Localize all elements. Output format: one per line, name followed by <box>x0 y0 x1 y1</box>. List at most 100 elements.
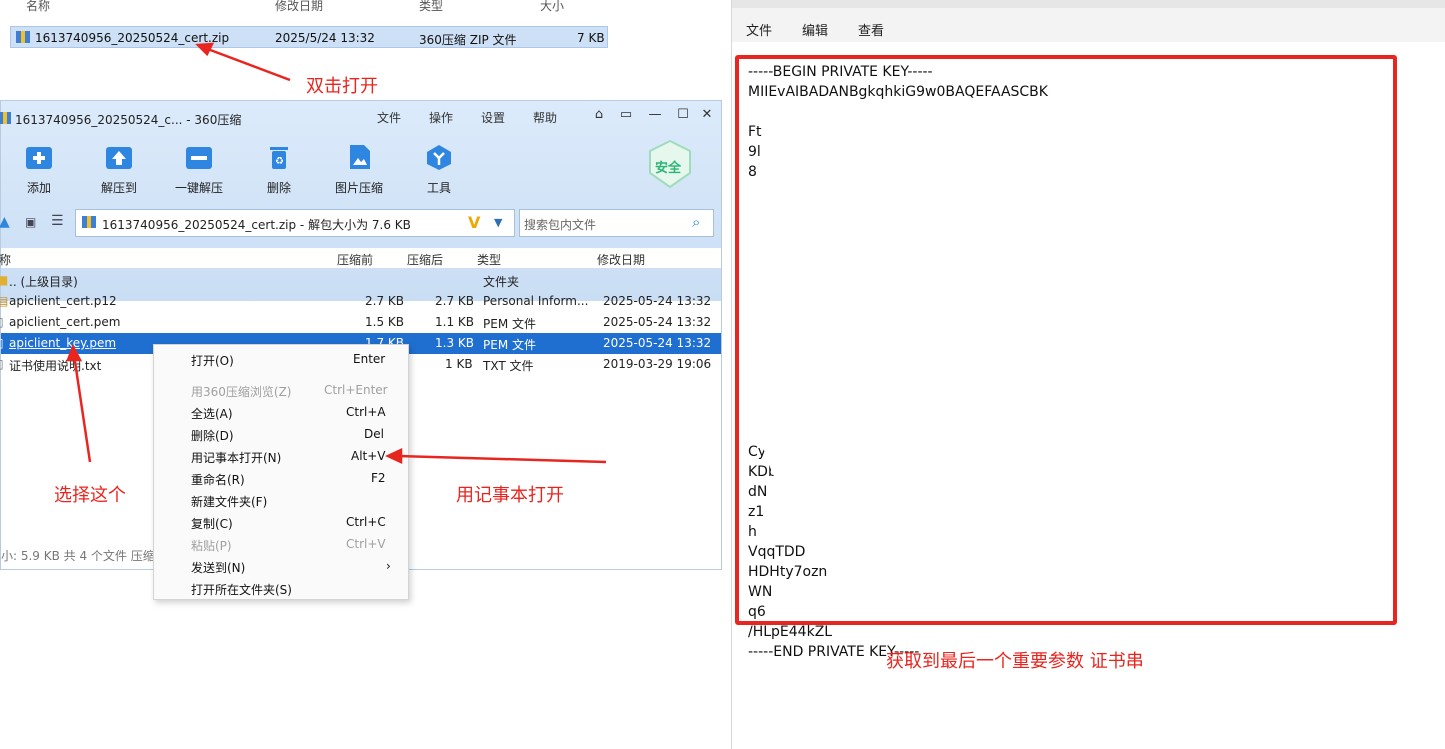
file-date: 2019-03-29 19:06 <box>603 357 712 371</box>
address-bar[interactable]: 1613740956_20250524_cert.zip - 解包大小为 7.6… <box>75 209 515 237</box>
menu-open[interactable]: 打开(O) Enter <box>154 348 408 370</box>
text-file-icon: ▯ <box>0 357 4 371</box>
menu-paste: 粘贴(P) Ctrl+V <box>191 537 386 553</box>
chevron-down-icon[interactable]: ▼ <box>494 216 502 229</box>
col-name[interactable]: 名称 <box>26 0 50 14</box>
certificate-icon: ▤ <box>0 294 9 308</box>
file-after: 1.1 KB <box>435 315 474 329</box>
file-date: 2025-05-24 13:32 <box>603 294 712 308</box>
file-type: 文件夹 <box>483 275 520 289</box>
status-bar: 小: 5.9 KB 共 4 个文件 压缩 <box>1 549 155 563</box>
zip-icon <box>15 30 31 47</box>
chevron-right-icon: › <box>386 559 391 573</box>
np-menu-edit[interactable]: 编辑 <box>802 20 828 39</box>
file-after: 2.7 KB <box>435 294 474 308</box>
extract-icon <box>104 143 134 171</box>
tools-label: 工具 <box>426 181 451 195</box>
menu-operate[interactable]: 操作 <box>429 109 453 126</box>
list-view-icon[interactable]: ☰ <box>51 213 64 229</box>
one-click-extract-icon <box>184 143 214 171</box>
context-menu: 打开(O) Enter 用360压缩浏览(Z) Ctrl+Enter 全选(A) Ct… <box>153 344 409 600</box>
menu-settings[interactable]: 设置 <box>481 109 505 126</box>
search-icon[interactable]: ⌕ <box>692 213 700 231</box>
skin-icon[interactable]: ⌂ <box>591 107 607 123</box>
menu-copy[interactable]: 复制(C) Ctrl+C <box>154 511 408 533</box>
menu-open-folder[interactable]: 打开所在文件夹(S) <box>154 577 408 599</box>
col-after[interactable]: 压缩后 <box>407 251 443 268</box>
col-modified[interactable]: 修改日期 <box>597 251 645 268</box>
security-badge-label: 安全 <box>655 161 682 176</box>
tools-button[interactable]: 工具 <box>409 143 469 199</box>
file-row-cert-p12[interactable]: ▤ apiclient_cert.p12 2.7 KB 2.7 KB Perso… <box>0 291 721 312</box>
extract-to-button[interactable]: 解压到 <box>89 143 149 199</box>
annotation-result: 获取到最后一个重要参数 证书串 <box>886 651 1144 672</box>
menu-rename[interactable]: 重命名(R) F2 <box>154 467 408 489</box>
file-name: 证书使用说明.txt <box>9 359 102 373</box>
col-file-name[interactable]: 称 <box>0 251 11 268</box>
zip-file-row[interactable]: 1613740956_20250524_cert.zip 2025/5/24 1… <box>10 26 608 48</box>
one-click-extract-button[interactable]: 一键解压 <box>169 143 229 199</box>
annotation-open-notepad: 用记事本打开 <box>456 485 564 506</box>
file-type: TXT 文件 <box>483 359 534 373</box>
zip-file-date: 2025/5/24 13:32 <box>275 31 375 45</box>
delete-label: 删除 <box>266 181 291 195</box>
file-name: apiclient_cert.pem <box>9 315 121 329</box>
menu-select-all[interactable]: 全选(A) Ctrl+A <box>154 401 408 423</box>
notepad-line: /HLpE44kZL <box>748 624 833 640</box>
folder-icon: ■ <box>0 273 9 287</box>
view-icon[interactable]: ▣ <box>25 215 36 229</box>
message-icon[interactable]: ▭ <box>618 107 634 123</box>
file-name: apiclient_key.pem <box>9 336 117 350</box>
np-menu-file[interactable]: 文件 <box>746 20 772 39</box>
delete-button[interactable]: ♻ 删除 <box>249 143 309 199</box>
menu-delete[interactable]: 删除(D) Del <box>154 423 408 445</box>
archiver-title: 1613740956_20250524_c... - 360压缩 <box>15 113 242 127</box>
explorer-column-headers: 名称 修改日期 类型 大小 <box>0 0 612 14</box>
menu-file[interactable]: 文件 <box>377 109 401 126</box>
file-date: 2025-05-24 13:32 <box>603 336 712 350</box>
menu-send-to[interactable]: 发送到(N) › <box>154 555 408 577</box>
minimize-icon[interactable]: — <box>647 107 663 123</box>
extract-label: 解压到 <box>100 181 137 195</box>
menu-open-notepad[interactable]: 用记事本打开(N) Alt+V <box>154 445 408 467</box>
file-list-header: 称 压缩前 压缩后 类型 修改日期 <box>0 248 721 268</box>
notepad-menu-bar: 文件 编辑 查看 <box>732 0 1445 42</box>
close-icon[interactable]: ✕ <box>699 107 715 123</box>
up-arrow-icon[interactable]: ▲ <box>0 214 10 230</box>
file-row-parent[interactable]: ■ .. (上级目录) 文件夹 <box>0 270 721 291</box>
v-logo-icon: V <box>468 213 481 232</box>
maximize-icon[interactable]: ☐ <box>675 107 691 123</box>
file-type: PEM 文件 <box>483 338 536 352</box>
image-compress-label: 图片压缩 <box>334 181 383 195</box>
col-type-archive[interactable]: 类型 <box>477 251 501 268</box>
zip-file-size: 7 KB <box>577 31 605 45</box>
document-icon: ▯ <box>0 315 4 329</box>
tools-icon <box>424 143 454 171</box>
search-placeholder: 搜索包内文件 <box>524 218 597 232</box>
col-date[interactable]: 修改日期 <box>275 0 323 14</box>
image-compress-icon <box>344 143 374 171</box>
one-click-extract-label: 一键解压 <box>174 181 223 195</box>
svg-text:♻: ♻ <box>275 156 284 167</box>
add-button[interactable]: 添加 <box>9 143 69 199</box>
zip-file-type: 360压缩 ZIP 文件 <box>419 33 517 47</box>
file-row-cert-pem[interactable]: ▯ apiclient_cert.pem 1.5 KB 1.1 KB PEM 文… <box>0 312 721 333</box>
zip-small-icon <box>82 215 96 232</box>
file-type: PEM 文件 <box>483 317 536 331</box>
menu-new-folder[interactable]: 新建文件夹(F) <box>154 489 408 511</box>
add-icon <box>24 143 54 171</box>
image-compress-button[interactable]: 图片压缩 <box>329 143 389 199</box>
col-type[interactable]: 类型 <box>419 0 443 14</box>
col-size[interactable]: 大小 <box>540 0 564 14</box>
file-name: apiclient_cert.p12 <box>9 294 117 308</box>
file-before: 1.5 KB <box>365 315 404 329</box>
security-badge[interactable]: 安全 <box>647 139 693 189</box>
add-label: 添加 <box>26 181 51 195</box>
np-menu-view[interactable]: 查看 <box>858 20 884 39</box>
annotation-choose: 选择这个 <box>54 485 126 506</box>
archive-icon <box>0 111 11 128</box>
menu-help[interactable]: 帮助 <box>533 109 557 126</box>
highlight-box <box>735 55 1397 625</box>
search-box[interactable]: 搜索包内文件 ⌕ <box>519 209 714 237</box>
col-before[interactable]: 压缩前 <box>337 251 373 268</box>
